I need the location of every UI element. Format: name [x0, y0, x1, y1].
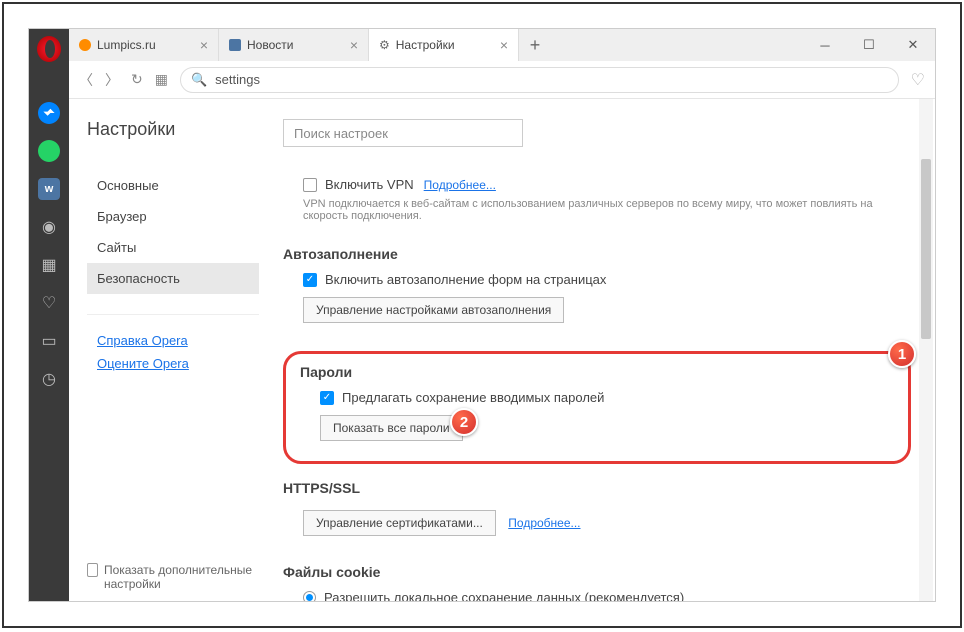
heart-rail-icon[interactable]: ♡	[37, 291, 61, 315]
vk-favicon-icon	[229, 39, 241, 51]
page-title: Настройки	[87, 119, 259, 140]
cookie-opt1-label: Разрешить локальное сохранение данных (р…	[324, 590, 684, 601]
minimize-button[interactable]: ─	[803, 29, 847, 61]
passwords-title: Пароли	[300, 364, 894, 380]
maximize-button[interactable]: ☐	[847, 29, 891, 61]
reload-button[interactable]: ↻	[131, 71, 143, 88]
scroll-thumb[interactable]	[921, 159, 931, 339]
callout-1: 1	[888, 340, 916, 368]
lumpics-favicon-icon	[79, 39, 91, 51]
sidebar-item-security[interactable]: Безопасность	[87, 263, 259, 294]
autofill-title: Автозаполнение	[283, 246, 911, 262]
sidebar-item-browser[interactable]: Браузер	[87, 201, 259, 232]
messenger-icon[interactable]	[37, 101, 61, 125]
autofill-checkbox-row[interactable]: ✓ Включить автозаполнение форм на страни…	[303, 272, 911, 287]
offer-save-label: Предлагать сохранение вводимых паролей	[342, 390, 604, 405]
radio-checked-icon	[303, 591, 316, 601]
whatsapp-icon[interactable]	[37, 139, 61, 163]
tab-lumpics[interactable]: Lumpics.ru ×	[69, 29, 219, 61]
vpn-description: VPN подключается к веб-сайтам с использо…	[303, 198, 911, 222]
address-bar: 〈 〉 ↻ ▦ 🔍 settings ♡	[69, 61, 935, 99]
close-icon[interactable]: ×	[500, 37, 508, 53]
forward-button[interactable]: 〉	[105, 70, 119, 90]
vk-icon[interactable]: w	[37, 177, 61, 201]
gear-icon: ⚙	[379, 38, 390, 52]
passwords-highlight: 1 2 Пароли ✓ Предлагать сохранение вводи…	[283, 351, 911, 464]
autofill-enable-label: Включить автозаполнение форм на страница…	[325, 272, 606, 287]
back-button[interactable]: 〈	[79, 70, 93, 90]
camera-icon[interactable]: ◉	[37, 215, 61, 239]
checkbox-icon	[87, 563, 98, 577]
news-icon[interactable]: ▭	[37, 329, 61, 353]
url-text: settings	[215, 72, 260, 87]
vpn-more-link[interactable]: Подробнее...	[424, 178, 496, 192]
close-window-button[interactable]: ✕	[891, 29, 935, 61]
opera-logo-icon[interactable]	[37, 37, 61, 61]
tab-label: Новости	[247, 38, 293, 52]
scrollbar[interactable]	[919, 99, 933, 601]
vpn-enable-label: Включить VPN	[325, 177, 414, 192]
sidebar-item-sites[interactable]: Сайты	[87, 232, 259, 263]
cookies-title: Файлы cookie	[283, 564, 911, 580]
search-icon: 🔍	[191, 72, 207, 88]
grid-icon[interactable]: ▦	[37, 253, 61, 277]
search-placeholder: Поиск настроек	[294, 126, 388, 141]
tab-settings[interactable]: ⚙ Настройки ×	[369, 29, 519, 61]
offer-save-passwords-row[interactable]: ✓ Предлагать сохранение вводимых паролей	[320, 390, 894, 405]
new-tab-button[interactable]: +	[519, 29, 551, 61]
settings-sidebar: Настройки Основные Браузер Сайты Безопас…	[69, 99, 259, 601]
manage-certs-button[interactable]: Управление сертификатами...	[303, 510, 496, 536]
settings-content: Поиск настроек Включить VPN Подробнее...…	[259, 99, 935, 601]
checkbox-checked-icon: ✓	[320, 391, 334, 405]
bookmark-heart-icon[interactable]: ♡	[911, 70, 925, 90]
https-more-link[interactable]: Подробнее...	[508, 516, 580, 530]
url-input[interactable]: 🔍 settings	[180, 67, 899, 93]
tab-label: Lumpics.ru	[97, 38, 156, 52]
manage-autofill-button[interactable]: Управление настройками автозаполнения	[303, 297, 564, 323]
browser-side-rail: w ◉ ▦ ♡ ▭ ◷	[29, 29, 69, 601]
callout-2: 2	[450, 408, 478, 436]
tab-label: Настройки	[396, 38, 455, 52]
show-advanced-checkbox[interactable]: Показать дополнительные настройки	[87, 563, 259, 591]
cookie-opt1[interactable]: Разрешить локальное сохранение данных (р…	[303, 590, 911, 601]
help-link[interactable]: Справка Opera	[87, 329, 259, 352]
https-title: HTTPS/SSL	[283, 480, 911, 496]
tab-news[interactable]: Новости ×	[219, 29, 369, 61]
checkbox-checked-icon: ✓	[303, 273, 317, 287]
vpn-checkbox-row[interactable]: Включить VPN Подробнее...	[303, 177, 911, 192]
close-icon[interactable]: ×	[200, 37, 208, 53]
settings-search-input[interactable]: Поиск настроек	[283, 119, 523, 147]
rate-link[interactable]: Оцените Opera	[87, 352, 259, 375]
show-advanced-label: Показать дополнительные настройки	[104, 563, 259, 591]
speed-dial-icon[interactable]: ▦	[155, 71, 168, 88]
sidebar-item-basic[interactable]: Основные	[87, 170, 259, 201]
checkbox-icon	[303, 178, 317, 192]
clock-icon[interactable]: ◷	[37, 367, 61, 391]
close-icon[interactable]: ×	[350, 37, 358, 53]
show-all-passwords-button[interactable]: Показать все пароли	[320, 415, 463, 441]
tab-bar: Lumpics.ru × Новости × ⚙ Настройки × + ─…	[69, 29, 935, 61]
